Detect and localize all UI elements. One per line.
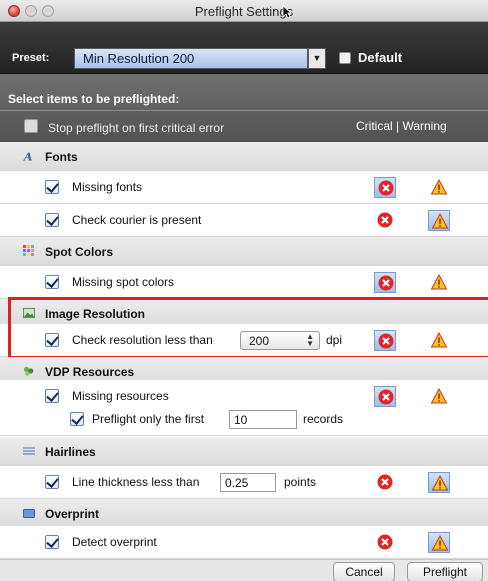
- critical-error-icon: [377, 534, 393, 550]
- section-overprint: Overprint: [0, 499, 488, 528]
- section-hairlines: Hairlines: [0, 437, 488, 466]
- missing-resources-label: Missing resources: [72, 389, 169, 403]
- courier-warning-toggle[interactable]: [428, 210, 450, 231]
- default-label: Default: [358, 50, 403, 65]
- records-unit: records: [303, 412, 344, 426]
- window-title: Preflight Settings: [194, 4, 294, 19]
- missing-spot-label: Missing spot colors: [72, 275, 175, 289]
- section-spot-colors: Spot Colors: [0, 237, 488, 266]
- vdp-resources-icon: [23, 366, 34, 376]
- section-fonts-label: Fonts: [45, 150, 78, 164]
- row-missing-resources: Missing resources Preflight only the fir…: [0, 380, 488, 436]
- missing-fonts-critical-toggle[interactable]: [374, 177, 396, 198]
- default-checkbox[interactable]: [339, 52, 351, 64]
- title-bar: Preflight Settings: [0, 0, 488, 22]
- detect-overprint-checkbox[interactable]: [45, 535, 59, 549]
- select-items-header: Select items to be preflighted: Stop pre…: [0, 74, 488, 142]
- preflight-button[interactable]: Preflight: [407, 562, 483, 581]
- stop-preflight-label: Stop preflight on first critical error: [48, 121, 225, 135]
- spot-colors-icon: [23, 245, 34, 256]
- only-first-checkbox[interactable]: [70, 412, 84, 426]
- warning-icon: [431, 179, 447, 195]
- line-thickness-warning-toggle[interactable]: [428, 472, 450, 493]
- warning-icon: [432, 213, 448, 229]
- courier-label: Check courier is present: [72, 213, 202, 227]
- missing-fonts-checkbox[interactable]: [45, 180, 59, 194]
- preset-dropdown-button[interactable]: ▼: [308, 48, 326, 69]
- line-thickness-label: Line thickness less than: [72, 475, 200, 489]
- section-overprint-label: Overprint: [45, 507, 100, 521]
- line-thickness-input[interactable]: 0.25: [220, 473, 276, 492]
- missing-fonts-warning-toggle[interactable]: [428, 177, 450, 198]
- cancel-button[interactable]: Cancel: [333, 562, 395, 581]
- critical-error-icon: [378, 389, 394, 405]
- line-thickness-critical-toggle[interactable]: [374, 472, 396, 493]
- courier-checkbox[interactable]: [45, 213, 59, 227]
- section-hairlines-label: Hairlines: [45, 445, 96, 459]
- critical-error-icon: [378, 180, 394, 196]
- hairlines-icon: [23, 447, 35, 455]
- overprint-icon: [23, 509, 35, 518]
- missing-spot-critical-toggle[interactable]: [374, 272, 396, 293]
- critical-error-icon: [377, 474, 393, 490]
- missing-spot-warning-toggle[interactable]: [428, 272, 450, 293]
- detect-overprint-critical-toggle[interactable]: [374, 532, 396, 553]
- section-fonts: A Fonts: [0, 142, 488, 171]
- missing-resources-warning-toggle[interactable]: [428, 386, 450, 407]
- row-detect-overprint: Detect overprint: [0, 526, 488, 559]
- missing-resources-critical-toggle[interactable]: [374, 386, 396, 407]
- row-missing-spot: Missing spot colors: [0, 266, 488, 299]
- stop-preflight-checkbox[interactable]: [24, 119, 38, 133]
- row-courier: Check courier is present: [0, 204, 488, 237]
- line-thickness-checkbox[interactable]: [45, 475, 59, 489]
- fonts-icon: A: [23, 150, 33, 162]
- missing-fonts-label: Missing fonts: [72, 180, 143, 194]
- image-resolution-highlight-frame: [8, 297, 488, 359]
- dialog-footer: Cancel Preflight: [0, 559, 488, 581]
- warning-icon: [431, 388, 447, 404]
- courier-critical-toggle[interactable]: [374, 210, 396, 231]
- section-vdp-resources-label: VDP Resources: [45, 365, 135, 379]
- mouse-cursor-icon: [282, 5, 292, 19]
- select-items-title: Select items to be preflighted:: [8, 92, 180, 106]
- header-divider: [0, 110, 488, 111]
- svg-text:A: A: [23, 150, 33, 162]
- critical-error-icon: [378, 275, 394, 291]
- preset-select[interactable]: Min Resolution 200: [74, 48, 308, 69]
- section-spot-colors-label: Spot Colors: [45, 245, 113, 259]
- row-missing-fonts: Missing fonts: [0, 171, 488, 204]
- critical-error-icon: [377, 212, 393, 228]
- only-first-label: Preflight only the first: [92, 412, 205, 426]
- row-line-thickness: Line thickness less than 0.25 points: [0, 466, 488, 499]
- warning-icon: [432, 475, 448, 491]
- missing-resources-checkbox[interactable]: [45, 389, 59, 403]
- detect-overprint-label: Detect overprint: [72, 535, 157, 549]
- line-thickness-unit: points: [284, 475, 317, 489]
- critical-warning-columns-label: Critical | Warning: [356, 119, 447, 133]
- detect-overprint-warning-toggle[interactable]: [428, 532, 450, 553]
- missing-spot-checkbox[interactable]: [45, 275, 59, 289]
- preset-bar: Preset: Min Resolution 200 ▼ Default: [0, 22, 488, 74]
- preset-label: Preset:: [12, 52, 50, 64]
- records-input[interactable]: 10: [229, 410, 297, 429]
- warning-icon: [431, 274, 447, 290]
- warning-icon: [432, 535, 448, 551]
